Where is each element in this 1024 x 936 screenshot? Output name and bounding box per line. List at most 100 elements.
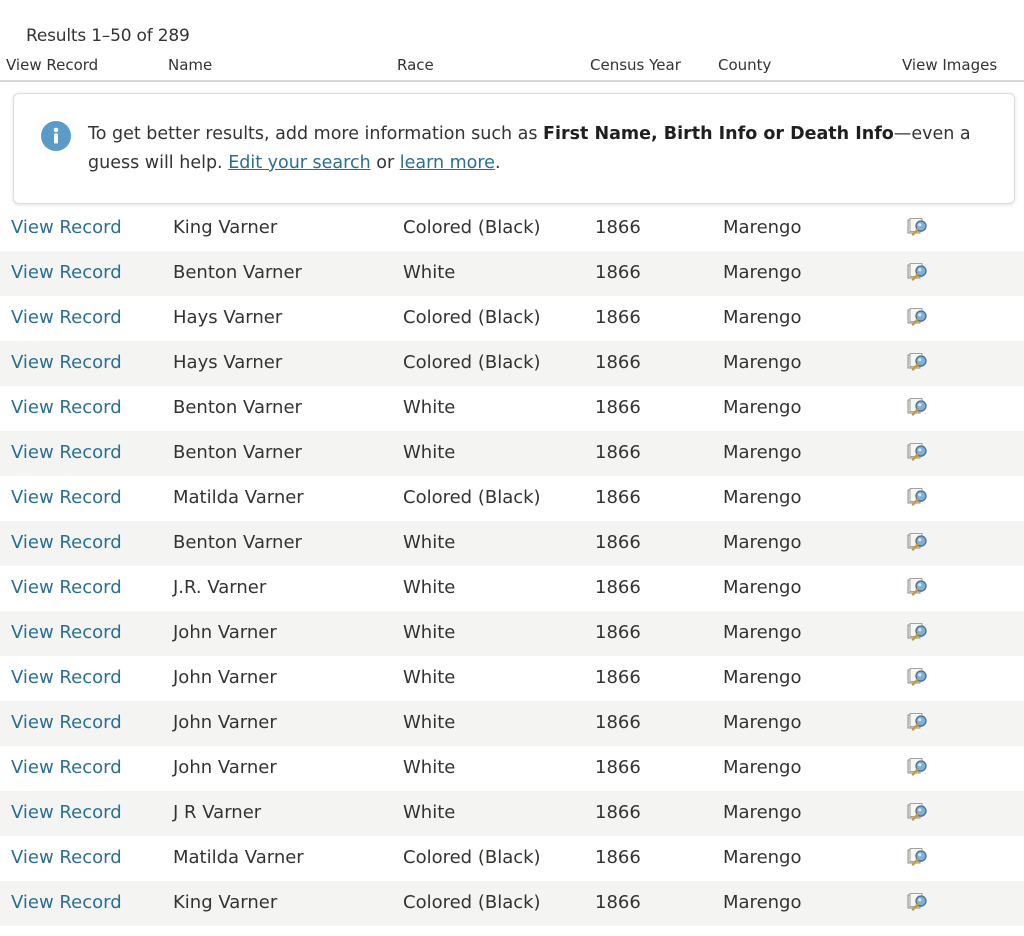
record-county: Marengo: [723, 622, 802, 643]
record-census-year: 1866: [595, 622, 641, 643]
record-race: Colored (Black): [403, 847, 541, 868]
view-image-icon[interactable]: [907, 848, 929, 866]
record-census-year: 1866: [595, 487, 641, 508]
search-results-page: Results 1–50 of 289 View Record Name Rac…: [0, 0, 1024, 936]
record-name: Hays Varner: [173, 307, 283, 328]
view-record-link[interactable]: View Record: [11, 262, 122, 283]
edit-search-link[interactable]: Edit your search: [228, 153, 371, 173]
table-row: View Record J R Varner White 1866 Marengo: [0, 791, 1024, 836]
view-record-link[interactable]: View Record: [11, 307, 122, 328]
view-image-icon[interactable]: [907, 443, 929, 461]
table-row: View Record Benton Varner White 1866 Marengo: [0, 521, 1024, 566]
record-county: Marengo: [723, 262, 802, 283]
view-record-link[interactable]: View Record: [11, 487, 122, 508]
record-county: Marengo: [723, 847, 802, 868]
view-record-link[interactable]: View Record: [11, 352, 122, 373]
record-race: Colored (Black): [403, 352, 541, 373]
record-census-year: 1866: [595, 397, 641, 418]
view-image-icon[interactable]: [907, 263, 929, 281]
view-image-icon[interactable]: [907, 398, 929, 416]
record-census-year: 1866: [595, 802, 641, 823]
view-record-link[interactable]: View Record: [11, 667, 122, 688]
info-icon: [41, 121, 71, 151]
column-header-race[interactable]: Race: [397, 56, 434, 74]
table-row: View Record Benton Varner White 1866 Marengo: [0, 431, 1024, 476]
table-row: View Record John Varner White 1866 Marengo: [0, 746, 1024, 791]
record-county: Marengo: [723, 487, 802, 508]
tip-text-or: or: [370, 153, 400, 173]
record-county: Marengo: [723, 442, 802, 463]
table-row: View Record Benton Varner White 1866 Marengo: [0, 386, 1024, 431]
table-row: View Record King Varner Colored (Black) 186…: [0, 881, 1024, 926]
record-census-year: 1866: [595, 532, 641, 553]
view-image-icon[interactable]: [907, 758, 929, 776]
view-image-icon[interactable]: [907, 353, 929, 371]
record-race: White: [403, 442, 456, 463]
view-record-link[interactable]: View Record: [11, 217, 122, 238]
column-header-name[interactable]: Name: [168, 56, 212, 74]
record-county: Marengo: [723, 892, 802, 913]
record-race: White: [403, 397, 456, 418]
table-row: View Record Hays Varner Colored (Black) 186…: [0, 296, 1024, 341]
record-name: John Varner: [173, 667, 277, 688]
view-image-icon[interactable]: [907, 488, 929, 506]
view-image-icon[interactable]: [907, 308, 929, 326]
record-census-year: 1866: [595, 712, 641, 733]
view-record-link[interactable]: View Record: [11, 757, 122, 778]
view-record-link[interactable]: View Record: [11, 577, 122, 598]
search-tip-text: To get better results, add more informat…: [88, 120, 988, 178]
record-race: White: [403, 802, 456, 823]
table-row: View Record Benton Varner White 1866 Marengo: [0, 251, 1024, 296]
view-record-link[interactable]: View Record: [11, 892, 122, 913]
record-race: Colored (Black): [403, 892, 541, 913]
view-image-icon[interactable]: [907, 578, 929, 596]
record-census-year: 1866: [595, 442, 641, 463]
record-county: Marengo: [723, 667, 802, 688]
view-record-link[interactable]: View Record: [11, 622, 122, 643]
column-header-census-year[interactable]: Census Year: [590, 56, 681, 74]
view-record-link[interactable]: View Record: [11, 712, 122, 733]
record-race: White: [403, 577, 456, 598]
table-header: View Record Name Race Census Year County…: [0, 54, 1024, 82]
record-name: Benton Varner: [173, 442, 302, 463]
results-table-body: View Record King Varner Colored (Black) 186…: [0, 206, 1024, 926]
record-county: Marengo: [723, 307, 802, 328]
column-header-county[interactable]: County: [718, 56, 771, 74]
record-name: Benton Varner: [173, 532, 302, 553]
view-record-link[interactable]: View Record: [11, 847, 122, 868]
tip-text-start: To get better results, add more informat…: [88, 124, 544, 144]
view-image-icon[interactable]: [907, 668, 929, 686]
table-row: View Record John Varner White 1866 Marengo: [0, 701, 1024, 746]
learn-more-link[interactable]: learn more: [400, 153, 495, 173]
record-census-year: 1866: [595, 577, 641, 598]
record-census-year: 1866: [595, 352, 641, 373]
record-name: Benton Varner: [173, 397, 302, 418]
view-record-link[interactable]: View Record: [11, 532, 122, 553]
view-image-icon[interactable]: [907, 533, 929, 551]
view-image-icon[interactable]: [907, 713, 929, 731]
tip-text-bold: First Name, Birth Info or Death Info: [543, 124, 894, 144]
view-record-link[interactable]: View Record: [11, 802, 122, 823]
record-race: Colored (Black): [403, 487, 541, 508]
table-row: View Record King Varner Colored (Black) 186…: [0, 206, 1024, 251]
column-header-view-images: View Images: [902, 56, 998, 74]
view-image-icon[interactable]: [907, 893, 929, 911]
record-race: White: [403, 262, 456, 283]
view-image-icon[interactable]: [907, 623, 929, 641]
view-record-link[interactable]: View Record: [11, 442, 122, 463]
record-race: White: [403, 712, 456, 733]
record-census-year: 1866: [595, 217, 641, 238]
record-county: Marengo: [723, 712, 802, 733]
record-county: Marengo: [723, 802, 802, 823]
record-name: John Varner: [173, 712, 277, 733]
view-image-icon[interactable]: [907, 803, 929, 821]
record-race: White: [403, 757, 456, 778]
record-census-year: 1866: [595, 757, 641, 778]
record-name: J R Varner: [173, 802, 262, 823]
view-image-icon[interactable]: [907, 218, 929, 236]
search-tip-box: To get better results, add more informat…: [13, 93, 1015, 204]
record-county: Marengo: [723, 577, 802, 598]
record-name: King Varner: [173, 892, 278, 913]
view-record-link[interactable]: View Record: [11, 397, 122, 418]
record-census-year: 1866: [595, 847, 641, 868]
